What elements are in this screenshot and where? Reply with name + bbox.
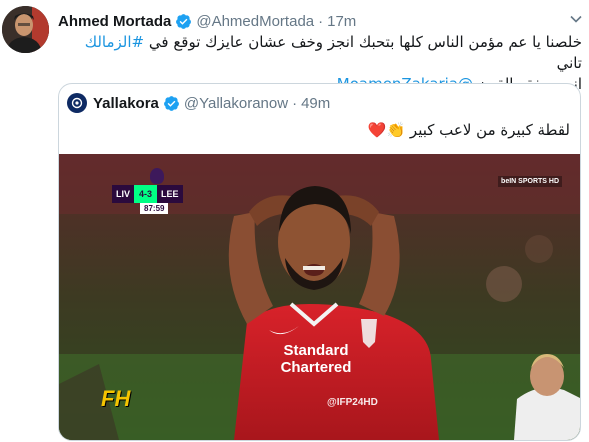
quoted-author-handle[interactable]: @Yallakoranow bbox=[184, 95, 288, 112]
video-handle-overlay: @IFP24HD bbox=[327, 397, 378, 408]
chevron-down-icon[interactable] bbox=[569, 12, 583, 31]
premier-league-logo bbox=[150, 168, 164, 184]
author-avatar[interactable] bbox=[2, 6, 49, 53]
shirt-sponsor-text: Standard Chartered bbox=[280, 342, 352, 376]
separator-dot: · bbox=[292, 94, 298, 112]
quoted-author-name[interactable]: Yallakora bbox=[93, 95, 159, 112]
tweet-timestamp[interactable]: 17m bbox=[327, 13, 356, 30]
home-team: LIV bbox=[112, 185, 135, 203]
channel-logo: FH bbox=[101, 386, 131, 411]
quoted-tweet[interactable]: Yallakora @Yallakoranow · 49m لقطة كبيرة… bbox=[58, 83, 581, 441]
verified-badge-icon bbox=[175, 13, 192, 30]
author-name[interactable]: Ahmed Mortada bbox=[58, 13, 171, 30]
quoted-author-avatar bbox=[67, 93, 87, 113]
match-clock: 87:59 bbox=[140, 203, 169, 214]
quoted-tweet-header: Yallakora @Yallakoranow · 49m bbox=[67, 92, 330, 114]
tweet[interactable]: Ahmed Mortada @AhmedMortada · 17m خلصنا … bbox=[0, 0, 589, 442]
broadcaster-logo: beIN SPORTS HD bbox=[498, 176, 562, 187]
scoreboard: LIV 4-3 LEE bbox=[112, 185, 183, 203]
video-thumbnail[interactable]: LIV 4-3 LEE 87:59 beIN SPORTS HD Standar… bbox=[59, 154, 580, 440]
quoted-tweet-timestamp[interactable]: 49m bbox=[301, 95, 330, 112]
verified-badge-icon bbox=[163, 95, 180, 112]
hashtag-link[interactable]: #الزمالك bbox=[85, 33, 144, 51]
author-handle[interactable]: @AhmedMortada bbox=[196, 13, 314, 30]
tweet-header: Ahmed Mortada @AhmedMortada · 17m bbox=[58, 10, 356, 32]
away-team: LEE bbox=[157, 185, 183, 203]
match-score: 4-3 bbox=[134, 185, 158, 203]
quoted-tweet-text: لقطة كبيرة من لاعب كبير 👏❤️ bbox=[367, 121, 570, 139]
tweet-text-line1: خلصنا يا عم مؤمن الناس كلها بتحبك انجز و… bbox=[84, 33, 582, 72]
separator-dot: · bbox=[318, 12, 324, 30]
